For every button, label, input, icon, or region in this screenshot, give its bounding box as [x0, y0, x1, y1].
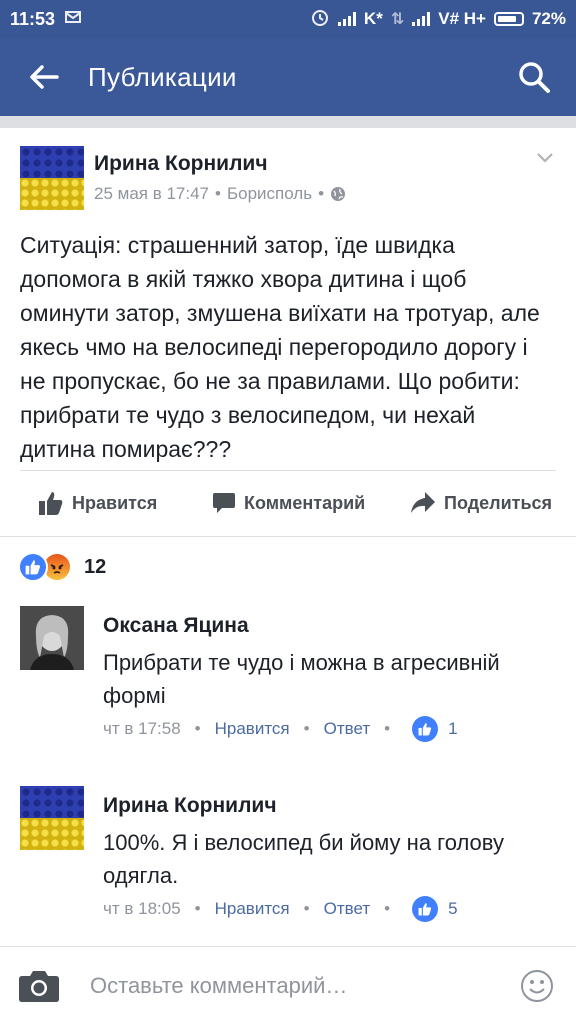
- meta-separator: •: [215, 184, 221, 203]
- comment-text: 100%. Я і велосипед би йому на голову од…: [103, 830, 504, 888]
- comment-time: чт в 17:58: [103, 719, 181, 738]
- signal-2-icon: [412, 12, 431, 26]
- comment-item: Ирина Корнилич 100%. Я і велосипед би йо…: [0, 786, 576, 934]
- post-author-name[interactable]: Ирина Корнилич: [94, 152, 268, 176]
- author-avatar[interactable]: [20, 146, 84, 210]
- post-card: Ирина Корнилич 25 мая в 17:47 • Бориспол…: [0, 128, 576, 464]
- top-separator: [0, 116, 576, 128]
- like-badge-icon: [412, 716, 439, 742]
- share-arrow-icon: [411, 492, 435, 513]
- like-button[interactable]: Нравится: [38, 490, 157, 516]
- comment-author-name[interactable]: Оксана Яцина: [103, 614, 249, 638]
- dot-separator: •: [194, 719, 201, 738]
- alarm-icon: [310, 7, 330, 32]
- page-title: Публикации: [88, 61, 237, 92]
- post-date[interactable]: 25 мая в 17:47: [94, 184, 209, 204]
- back-button[interactable]: [0, 64, 88, 90]
- post-location[interactable]: Борисполь: [227, 184, 312, 204]
- dot-separator: •: [303, 719, 310, 738]
- search-icon: [519, 62, 550, 93]
- search-button[interactable]: [492, 60, 576, 94]
- status-time: 11:53: [10, 8, 56, 29]
- comment-like-link[interactable]: Нравится: [215, 719, 290, 739]
- actions-divider: [0, 536, 576, 537]
- commenter-avatar[interactable]: [20, 606, 84, 670]
- post-meta: 25 мая в 17:47 • Борисполь •: [94, 184, 346, 204]
- dot-separator: •: [194, 899, 201, 918]
- comment-icon: [213, 493, 235, 513]
- carrier-1-label: K*: [363, 9, 383, 28]
- smiley-icon: [521, 969, 553, 1002]
- comment-label: Комментарий: [244, 492, 366, 513]
- battery-percent: 72%: [531, 9, 566, 28]
- post-actions-bar: Нравится Комментарий Поделиться: [0, 470, 576, 536]
- comment-meta: чт в 18:05 • Нравится • Ответ • 5: [103, 896, 458, 922]
- chevron-down-icon: [537, 153, 553, 163]
- commenter-avatar[interactable]: [20, 786, 84, 850]
- meta-separator-2: •: [318, 184, 325, 203]
- reactions-summary[interactable]: 12: [18, 552, 106, 582]
- emoji-button[interactable]: [520, 969, 554, 1003]
- comment-reply-link[interactable]: Ответ: [324, 899, 371, 919]
- comment-author-name[interactable]: Ирина Корнилич: [103, 794, 277, 818]
- comment-like-count[interactable]: 1: [448, 719, 457, 739]
- notification-icon: [65, 10, 82, 29]
- post-options-button[interactable]: [536, 144, 554, 170]
- comment-composer: [0, 946, 576, 1024]
- comment-like-count[interactable]: 5: [448, 899, 457, 919]
- post-text: Ситуація: страшенний затор, їде швидка д…: [20, 232, 540, 462]
- comment-input[interactable]: [90, 972, 520, 999]
- share-button[interactable]: Поделиться: [410, 491, 552, 515]
- thumbs-up-icon: [39, 492, 63, 515]
- post-header: Ирина Корнилич 25 мая в 17:47 • Бориспол…: [0, 128, 576, 214]
- like-badge-icon: [412, 896, 439, 922]
- comment-button[interactable]: Комментарий: [212, 491, 365, 515]
- carrier-2-label: V# H+: [438, 9, 486, 28]
- battery-icon: [493, 12, 524, 26]
- dot-separator: •: [384, 899, 391, 918]
- dot-separator: •: [384, 719, 391, 738]
- like-reaction-icon: [18, 552, 48, 582]
- comment-time: чт в 18:05: [103, 899, 181, 918]
- globe-icon: [331, 187, 346, 201]
- comment-text: Прибрати те чудо і можна в агресивній фо…: [103, 650, 500, 708]
- comment-item: Оксана Яцина Прибрати те чудо і можна в …: [0, 606, 576, 754]
- comment-meta: чт в 17:58 • Нравится • Ответ • 1: [103, 716, 458, 742]
- data-arrows-icon: ⇅: [390, 11, 405, 28]
- signal-icon: [337, 12, 356, 26]
- camera-button[interactable]: [18, 969, 60, 1003]
- comment-like-link[interactable]: Нравится: [215, 899, 290, 919]
- status-bar: 11:53 K* ⇅ V# H+ 72%: [0, 0, 576, 38]
- like-label: Нравится: [72, 492, 158, 513]
- comment-reply-link[interactable]: Ответ: [324, 719, 371, 739]
- camera-icon: [19, 970, 59, 1002]
- app-bar: Публикации: [0, 38, 576, 116]
- dot-separator: •: [303, 899, 310, 918]
- share-label: Поделиться: [444, 492, 553, 513]
- arrow-left-icon: [30, 65, 59, 89]
- reactions-count: 12: [84, 555, 107, 578]
